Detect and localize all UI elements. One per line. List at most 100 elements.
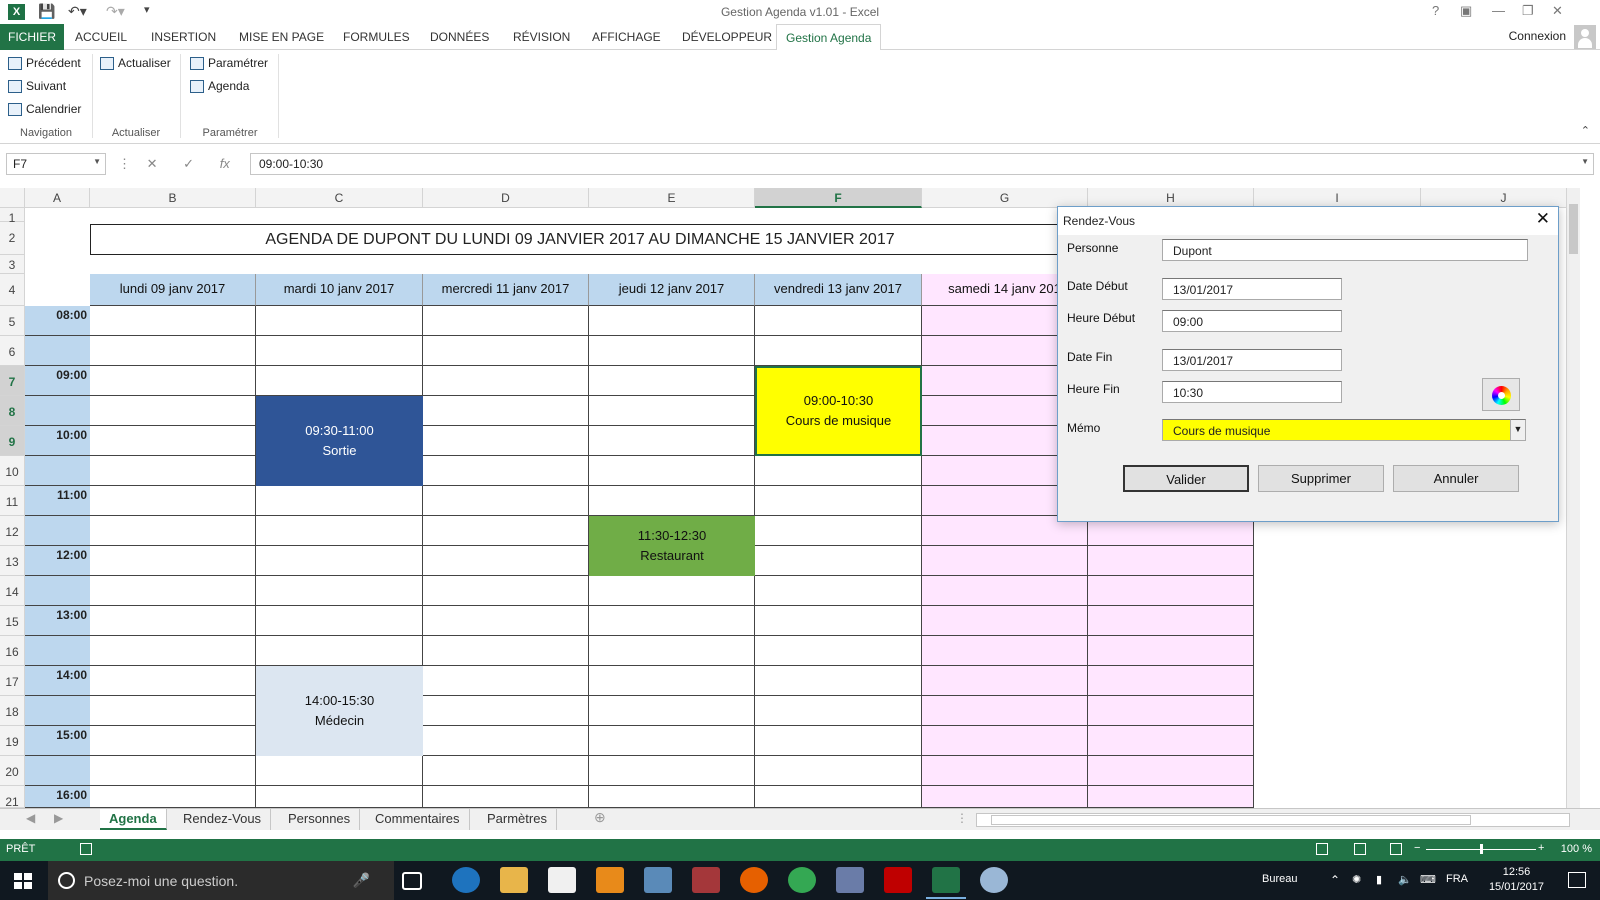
scrollbar-thumb[interactable]: [991, 815, 1471, 825]
ribbon-display-options-icon[interactable]: ▣: [1460, 3, 1472, 19]
slot-cell[interactable]: [90, 696, 256, 726]
slot-cell[interactable]: [90, 786, 256, 808]
slot-cell[interactable]: [589, 456, 755, 486]
suivant-button[interactable]: Suivant: [8, 79, 66, 93]
slot-cell[interactable]: [256, 336, 423, 366]
event-cours-de-musique[interactable]: 09:00-10:30 Cours de musique: [755, 366, 922, 456]
avatar[interactable]: [1574, 25, 1596, 49]
column-header-i[interactable]: I: [1254, 188, 1421, 208]
language-indicator[interactable]: FRA: [1446, 873, 1468, 885]
heure-debut-field[interactable]: 09:00: [1162, 310, 1342, 332]
row-header-1[interactable]: 1: [0, 208, 25, 225]
edge-icon[interactable]: [452, 867, 480, 893]
media-player-icon[interactable]: [596, 867, 624, 893]
chevron-down-icon[interactable]: ▼: [1510, 419, 1526, 441]
slot-cell[interactable]: [755, 456, 922, 486]
time-cell[interactable]: [25, 756, 90, 786]
event-medecin[interactable]: 14:00-15:30 Médecin: [256, 666, 423, 756]
slot-cell[interactable]: [1088, 666, 1254, 696]
slot-cell[interactable]: [256, 306, 423, 336]
slot-cell[interactable]: [1088, 636, 1254, 666]
filezilla-icon[interactable]: [884, 867, 912, 893]
slot-cell[interactable]: [256, 606, 423, 636]
slot-cell[interactable]: [589, 576, 755, 606]
tab-formules[interactable]: FORMULES: [334, 24, 419, 50]
slot-cell[interactable]: [755, 336, 922, 366]
input-method-icon[interactable]: ⌨: [1420, 873, 1436, 886]
excel-taskbar-icon[interactable]: [926, 867, 966, 899]
slot-cell[interactable]: [423, 456, 589, 486]
actualiser-button[interactable]: Actualiser: [100, 56, 171, 70]
row-header-5[interactable]: 5: [0, 306, 25, 336]
slot-cell[interactable]: [423, 636, 589, 666]
heure-fin-field[interactable]: 10:30: [1162, 381, 1342, 403]
slot-cell[interactable]: [922, 546, 1088, 576]
column-header-a[interactable]: A: [25, 188, 90, 208]
close-window-icon[interactable]: ✕: [1552, 3, 1563, 19]
slot-cell[interactable]: [922, 786, 1088, 808]
column-header-g[interactable]: G: [922, 188, 1088, 208]
tab-donnees[interactable]: DONNÉES: [421, 24, 498, 50]
sheet-tab-rendez-vous[interactable]: Rendez-Vous: [174, 809, 272, 830]
macro-record-icon[interactable]: [80, 843, 92, 855]
zoom-out-icon[interactable]: −: [1414, 842, 1420, 854]
close-icon[interactable]: ✕: [1536, 209, 1550, 229]
slot-cell[interactable]: [90, 606, 256, 636]
slot-cell[interactable]: [90, 756, 256, 786]
slot-cell[interactable]: [589, 696, 755, 726]
slot-cell[interactable]: [589, 756, 755, 786]
zoom-in-icon[interactable]: +: [1538, 842, 1544, 854]
slot-cell[interactable]: [423, 306, 589, 336]
restore-icon[interactable]: ❐: [1522, 3, 1534, 19]
personne-field[interactable]: Dupont: [1162, 239, 1528, 261]
slot-cell[interactable]: [256, 516, 423, 546]
slot-cell[interactable]: [755, 696, 922, 726]
time-cell[interactable]: 16:00: [25, 786, 90, 808]
row-header-21[interactable]: 21: [0, 786, 25, 808]
slot-cell[interactable]: [589, 786, 755, 808]
column-header-d[interactable]: D: [423, 188, 589, 208]
zoom-level[interactable]: 100 %: [1561, 843, 1592, 855]
row-header-15[interactable]: 15: [0, 606, 25, 636]
slot-cell[interactable]: [90, 546, 256, 576]
slot-cell[interactable]: [90, 426, 256, 456]
slot-cell[interactable]: [423, 696, 589, 726]
volume-icon[interactable]: 🔈: [1398, 873, 1412, 886]
slot-cell[interactable]: [90, 726, 256, 756]
day-header[interactable]: vendredi 13 janv 2017: [755, 274, 922, 306]
slot-cell[interactable]: [423, 576, 589, 606]
day-header[interactable]: lundi 09 janv 2017: [90, 274, 256, 306]
expand-formula-icon[interactable]: ▼: [1581, 157, 1589, 166]
scroll-tabs-right-icon[interactable]: ▶: [54, 811, 63, 825]
row-header-3[interactable]: 3: [0, 255, 25, 274]
time-cell[interactable]: 15:00: [25, 726, 90, 756]
scroll-tabs-left-icon[interactable]: ◀: [26, 811, 35, 825]
slot-cell[interactable]: [90, 306, 256, 336]
supprimer-button[interactable]: Supprimer: [1258, 465, 1384, 492]
slot-cell[interactable]: [256, 756, 423, 786]
file-explorer-icon[interactable]: [500, 867, 528, 893]
slot-cell[interactable]: [589, 426, 755, 456]
insert-function-icon[interactable]: fx: [220, 156, 230, 171]
add-sheet-icon[interactable]: ⊕: [594, 809, 606, 826]
clock[interactable]: 12:56 15/01/2017: [1489, 865, 1544, 895]
agenda-button[interactable]: Agenda: [190, 79, 249, 93]
slot-cell[interactable]: [589, 396, 755, 426]
slot-cell[interactable]: [1088, 696, 1254, 726]
page-layout-icon[interactable]: [1354, 843, 1366, 855]
slot-cell[interactable]: [256, 786, 423, 808]
date-fin-field[interactable]: 13/01/2017: [1162, 349, 1342, 371]
day-header[interactable]: jeudi 12 janv 2017: [589, 274, 755, 306]
row-header-13[interactable]: 13: [0, 546, 25, 576]
help-icon[interactable]: ?: [1432, 3, 1439, 18]
time-cell[interactable]: 10:00: [25, 426, 90, 456]
slot-cell[interactable]: [922, 726, 1088, 756]
tab-accueil[interactable]: ACCUEIL: [66, 24, 136, 50]
normal-view-icon[interactable]: [1316, 843, 1328, 855]
row-header-11[interactable]: 11: [0, 486, 25, 516]
time-cell[interactable]: [25, 636, 90, 666]
time-cell[interactable]: [25, 336, 90, 366]
row-header-20[interactable]: 20: [0, 756, 25, 786]
slot-cell[interactable]: [755, 606, 922, 636]
parametrer-button[interactable]: Paramétrer: [190, 56, 268, 70]
